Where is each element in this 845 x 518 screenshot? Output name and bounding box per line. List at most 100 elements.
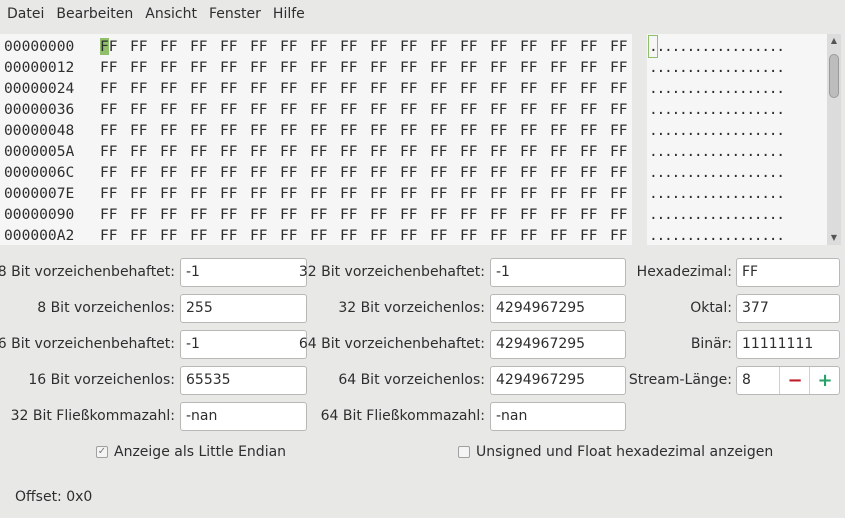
byte-cell[interactable]: FF <box>400 36 430 57</box>
ascii-row[interactable]: .................. <box>649 225 785 246</box>
byte-cell[interactable]: FF <box>250 204 280 225</box>
byte-cell[interactable]: FF <box>550 141 580 162</box>
byte-row[interactable]: FF FF FF FF FF FF FF FF FF FF FF FF FF FF FF FF FF FF <box>100 120 640 141</box>
byte-cell[interactable]: FF <box>160 204 190 225</box>
byte-cell[interactable]: FF <box>460 99 490 120</box>
byte-cell[interactable]: FF <box>520 225 550 246</box>
byte-cell[interactable]: FF <box>370 36 400 57</box>
byte-cell[interactable]: FF <box>460 225 490 246</box>
byte-cell[interactable]: FF <box>580 99 610 120</box>
byte-cell[interactable]: FF <box>130 78 160 99</box>
byte-cell[interactable]: FF <box>520 162 550 183</box>
hex-field[interactable]: FF <box>736 258 840 287</box>
byte-cell[interactable]: FF <box>190 162 220 183</box>
byte-cell[interactable]: FF <box>610 162 640 183</box>
byte-cell[interactable]: FF <box>520 36 550 57</box>
byte-cell[interactable]: FF <box>430 183 460 204</box>
menu-datei[interactable]: Datei <box>0 0 50 28</box>
byte-cell[interactable]: FF <box>100 36 130 57</box>
byte-cell[interactable]: FF <box>460 120 490 141</box>
bin-field[interactable]: 11111111 <box>736 330 840 359</box>
ascii-row[interactable]: .................. <box>649 204 785 225</box>
byte-cell[interactable]: FF <box>310 99 340 120</box>
byte-cell[interactable]: FF <box>160 57 190 78</box>
byte-cell[interactable]: FF <box>340 204 370 225</box>
byte-cell[interactable]: FF <box>580 36 610 57</box>
byte-cell[interactable]: FF <box>250 141 280 162</box>
byte-cell[interactable]: FF <box>490 36 520 57</box>
byte-cell[interactable]: FF <box>520 183 550 204</box>
byte-cell[interactable]: FF <box>160 120 190 141</box>
byte-cell[interactable]: FF <box>580 204 610 225</box>
s8-field[interactable]: -1 <box>180 258 307 287</box>
byte-row[interactable]: FF FF FF FF FF FF FF FF FF FF FF FF FF FF FF FF FF FF <box>100 162 640 183</box>
byte-cell[interactable]: FF <box>550 183 580 204</box>
byte-cell[interactable]: FF <box>580 120 610 141</box>
byte-cell[interactable]: FF <box>400 99 430 120</box>
byte-cell[interactable]: FF <box>370 99 400 120</box>
byte-cell[interactable]: FF <box>460 204 490 225</box>
byte-cell[interactable]: FF <box>310 183 340 204</box>
little-endian-checkbox[interactable]: ✓ Anzeige als Little Endian <box>96 444 286 460</box>
byte-cell[interactable]: FF <box>160 141 190 162</box>
byte-cell[interactable]: FF <box>430 162 460 183</box>
byte-cell[interactable]: FF <box>160 183 190 204</box>
u32-field[interactable]: 4294967295 <box>490 294 626 323</box>
byte-row[interactable]: FF FF FF FF FF FF FF FF FF FF FF FF FF FF FF FF FF FF <box>100 183 640 204</box>
byte-cell[interactable]: FF <box>400 141 430 162</box>
byte-cell[interactable]: FF <box>370 225 400 246</box>
byte-cell[interactable]: FF <box>610 78 640 99</box>
byte-cell[interactable]: FF <box>100 141 130 162</box>
byte-cell[interactable]: FF <box>220 120 250 141</box>
byte-cell[interactable]: FF <box>220 162 250 183</box>
byte-row[interactable]: FF FF FF FF FF FF FF FF FF FF FF FF FF FF FF FF FF FF <box>100 78 640 99</box>
byte-cell[interactable]: FF <box>250 99 280 120</box>
byte-cell[interactable]: FF <box>400 204 430 225</box>
byte-cell[interactable]: FF <box>490 141 520 162</box>
ascii-view[interactable]: ........................................… <box>647 34 827 245</box>
byte-cell[interactable]: FF <box>220 225 250 246</box>
byte-cell[interactable]: FF <box>400 78 430 99</box>
decrement-button[interactable]: − <box>779 367 810 394</box>
byte-cell[interactable]: FF <box>610 120 640 141</box>
byte-cell[interactable]: FF <box>220 36 250 57</box>
byte-cell[interactable]: FF <box>400 120 430 141</box>
ascii-row[interactable]: .................. <box>649 183 785 204</box>
ascii-row[interactable]: .................. <box>649 57 785 78</box>
byte-cell[interactable]: FF <box>130 120 160 141</box>
byte-cell[interactable]: FF <box>430 204 460 225</box>
byte-cell[interactable]: FF <box>310 78 340 99</box>
unsigned-float-hex-checkbox[interactable]: Unsigned und Float hexadezimal anzeigen <box>458 444 773 460</box>
byte-cell[interactable]: FF <box>400 183 430 204</box>
byte-cell[interactable]: FF <box>220 204 250 225</box>
f32-field[interactable]: -nan <box>180 402 307 431</box>
byte-cell[interactable]: FF <box>580 162 610 183</box>
byte-cell[interactable]: FF <box>310 36 340 57</box>
byte-cell[interactable]: FF <box>490 204 520 225</box>
byte-cell[interactable]: FF <box>130 36 160 57</box>
byte-cell[interactable]: FF <box>400 225 430 246</box>
byte-cell[interactable]: FF <box>460 57 490 78</box>
byte-cell[interactable]: FF <box>520 99 550 120</box>
byte-cell[interactable]: FF <box>490 183 520 204</box>
byte-cell[interactable]: FF <box>610 99 640 120</box>
u64-field[interactable]: 4294967295 <box>490 366 626 395</box>
byte-cell[interactable]: FF <box>370 141 400 162</box>
byte-row[interactable]: FF FF FF FF FF FF FF FF FF FF FF FF FF FF FF FF FF FF <box>100 36 640 57</box>
byte-cell[interactable]: FF <box>340 78 370 99</box>
byte-cell[interactable]: FF <box>580 225 610 246</box>
checkbox-icon[interactable] <box>458 446 470 458</box>
byte-cell[interactable]: FF <box>580 57 610 78</box>
byte-cell[interactable]: FF <box>310 120 340 141</box>
byte-cell[interactable]: FF <box>430 78 460 99</box>
byte-cell[interactable]: FF <box>130 225 160 246</box>
byte-cell[interactable]: FF <box>280 120 310 141</box>
byte-cell[interactable]: FF <box>550 120 580 141</box>
byte-cell[interactable]: FF <box>190 225 220 246</box>
byte-cell[interactable]: FF <box>340 162 370 183</box>
byte-cell[interactable]: FF <box>280 141 310 162</box>
byte-cell[interactable]: FF <box>340 183 370 204</box>
byte-cell[interactable]: FF <box>130 57 160 78</box>
byte-cell[interactable]: FF <box>490 162 520 183</box>
byte-cell[interactable]: FF <box>460 78 490 99</box>
